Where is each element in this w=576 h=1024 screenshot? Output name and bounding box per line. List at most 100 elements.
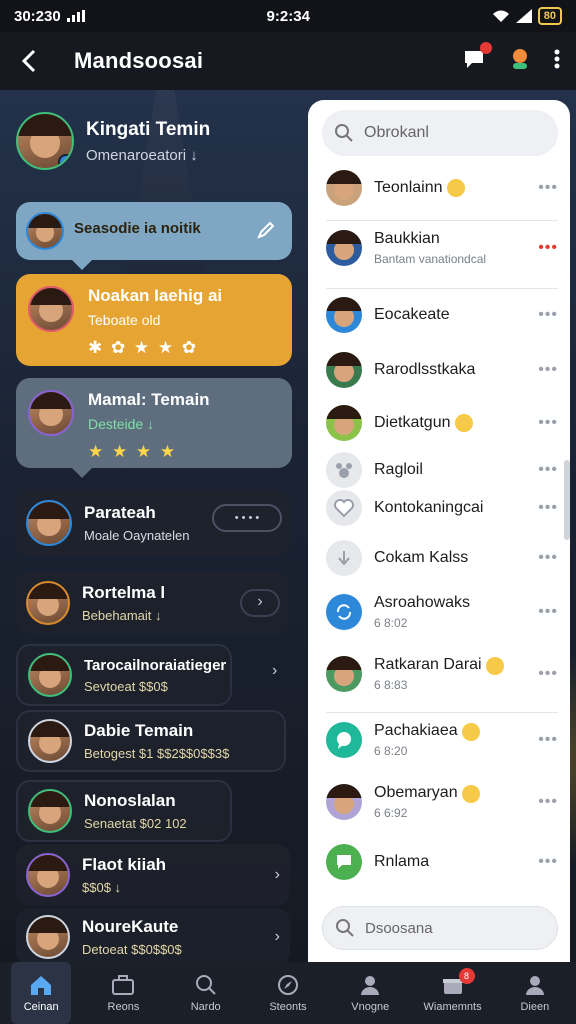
contact-item[interactable]: Pachakiaea 6 8:20 ••• xyxy=(326,722,558,758)
more-icon[interactable]: ••• xyxy=(538,179,558,197)
contact-item[interactable]: Asroahowaks 6 8:02 ••• xyxy=(326,594,558,630)
star-rating: ✱ ✿ ★ ★ ✿ xyxy=(88,338,199,357)
more-icon[interactable]: ••• xyxy=(538,239,558,257)
profile-name: Kingati Temin xyxy=(86,118,211,140)
contact-name: Eocakeate xyxy=(374,306,450,323)
more-icon[interactable]: ••• xyxy=(538,414,558,432)
more-icon[interactable]: ••• xyxy=(538,549,558,567)
list-item[interactable]: Dabie Temain Betogest $1 $$2$$0$$3$ xyxy=(16,710,286,772)
smile-emoji-icon xyxy=(461,723,480,741)
contact-item[interactable]: Rarodlsstkaka ••• xyxy=(326,352,558,388)
nav-item-vnogne[interactable]: Vnogne xyxy=(334,974,406,1013)
nav-item-steonts[interactable]: Steonts xyxy=(252,974,324,1013)
nav-label: Nardo xyxy=(190,1000,221,1013)
avatar xyxy=(326,170,362,206)
contact-item[interactable]: Obemaryan 6 6:92 ••• xyxy=(326,784,558,820)
profile-emoji-button[interactable] xyxy=(508,47,532,76)
contact-name: Rnlama xyxy=(374,853,430,870)
contact-item[interactable]: Ratkaran Darai 6 8:83 ••• xyxy=(326,656,558,692)
back-button[interactable] xyxy=(16,48,42,74)
scrollbar[interactable] xyxy=(564,460,570,540)
nav-item-search[interactable]: Nardo xyxy=(170,974,242,1013)
more-icon[interactable]: ••• xyxy=(538,499,558,517)
more-options-button[interactable] xyxy=(554,49,560,74)
contact-text: Obemaryan 6 6:92 xyxy=(374,784,458,820)
more-icon[interactable]: ••• xyxy=(538,731,558,749)
search-icon xyxy=(195,974,216,995)
search-icon xyxy=(336,919,354,937)
wifi-icon xyxy=(492,10,509,22)
nav-item-home[interactable]: Ceinan xyxy=(5,961,77,1024)
contact-text: Rnlama xyxy=(374,853,429,871)
chevron-right-icon[interactable]: › xyxy=(275,928,280,946)
more-icon[interactable]: ••• xyxy=(538,461,558,479)
chat-status: Betogest $1 $$2$$0$$3$ xyxy=(84,746,230,761)
chat-name: Parateah xyxy=(84,503,156,522)
avatar xyxy=(28,719,72,763)
paw-icon xyxy=(336,463,352,478)
chevron-right-icon[interactable]: › xyxy=(275,866,280,884)
contact-sub: 6 8:20 xyxy=(374,744,408,758)
nav-item-reons[interactable]: Reons xyxy=(87,974,159,1013)
contact-item[interactable]: Cokam Kalss ••• xyxy=(326,540,558,576)
nav-item-profile[interactable]: Dieen xyxy=(499,974,571,1013)
contact-item[interactable]: Baukkian Bantam vanationdcal ••• xyxy=(326,230,558,266)
list-item[interactable]: Parateah Moale Oaynatelen • • • • xyxy=(16,490,290,556)
contact-item[interactable]: Teonlainn ••• xyxy=(326,170,558,206)
arrow-down-icon xyxy=(338,551,350,566)
chevron-right-icon[interactable]: › xyxy=(272,662,300,680)
search-input[interactable] xyxy=(364,124,534,142)
contact-name: Ragloil xyxy=(374,461,423,478)
nav-badge: 8 xyxy=(458,967,475,984)
contact-item[interactable]: Dietkatgun ••• xyxy=(326,405,558,441)
more-icon[interactable]: ••• xyxy=(538,793,558,811)
chat-icon xyxy=(337,732,351,749)
chat-notification-button[interactable] xyxy=(462,41,492,75)
list-item[interactable]: Flaot kiiah $$0$ ↓ › xyxy=(16,844,290,906)
more-icon[interactable]: ••• xyxy=(538,603,558,621)
chat-action-button[interactable]: • • • • xyxy=(212,504,282,532)
chat-status: Bebehamait ↓ xyxy=(82,608,162,623)
contact-item[interactable]: Eocakeate ••• xyxy=(326,297,558,333)
contact-text: Dietkatgun xyxy=(374,414,451,432)
contact-text: Eocakeate xyxy=(374,306,450,324)
contact-text: Ratkaran Darai 6 8:83 xyxy=(374,656,482,692)
more-icon[interactable]: ••• xyxy=(538,853,558,871)
contact-item[interactable]: Ragloil ••• xyxy=(326,452,558,488)
bubble-blue[interactable]: Seasodie ia noitik xyxy=(16,202,292,270)
contact-name: Asroahowaks xyxy=(374,594,471,611)
list-item[interactable]: Nonoslalan Senaetat $02 102 xyxy=(16,780,232,842)
chevron-right-icon[interactable]: › xyxy=(240,589,280,617)
bottom-search-bar[interactable] xyxy=(322,906,558,950)
status-left: 30:230 xyxy=(14,8,85,25)
nav-item-wiamemnts[interactable]: 8 Wiamemnts xyxy=(417,967,489,1013)
contact-text: Teonlainn xyxy=(374,179,443,197)
online-badge xyxy=(58,154,72,168)
contact-item[interactable]: Kontokaningcai ••• xyxy=(326,490,558,526)
more-icon[interactable]: ••• xyxy=(538,306,558,324)
bubble-gray[interactable]: Mamal: Temain Desteide ↓ ★ ★ ★ ★ xyxy=(16,378,292,478)
list-item[interactable]: NoureKaute Detoeat $$0$$0$ › xyxy=(16,908,290,966)
list-item[interactable]: Tarocailnoraiatieger Sevtoeat $$0$ xyxy=(16,644,232,706)
header-profile[interactable]: Kingati Temin Omenaroeatori ↓ xyxy=(16,112,210,170)
chat-text: Dabie Temain Betogest $1 $$2$$0$$3$ xyxy=(84,721,229,761)
avatar xyxy=(28,789,72,833)
nav-label: Wiamemnts xyxy=(423,1000,482,1013)
avatar xyxy=(26,212,64,250)
chat-status: Detoeat $$0$$0$ xyxy=(82,942,182,957)
contact-item[interactable]: Rnlama ••• xyxy=(326,844,558,880)
bubble-tail xyxy=(72,260,92,270)
chat-text: Nonoslalan Senaetat $02 102 xyxy=(84,791,187,831)
edit-icon[interactable] xyxy=(256,220,276,240)
nav-label: Reons xyxy=(107,1000,140,1013)
bubble-gold[interactable]: Noakan Iaehig ai Teboate old ✱ ✿ ★ ★ ✿ xyxy=(16,274,292,366)
status-time: 30:230 xyxy=(14,7,61,25)
search-bar[interactable] xyxy=(322,110,558,156)
more-icon[interactable]: ••• xyxy=(538,665,558,683)
bottom-search-input[interactable] xyxy=(365,919,535,937)
avatar xyxy=(326,656,362,692)
list-item[interactable]: Rortelma l Bebehamait ↓ › xyxy=(16,572,290,634)
contact-text: Ragloil xyxy=(374,461,423,479)
avatar xyxy=(26,500,72,546)
more-icon[interactable]: ••• xyxy=(538,361,558,379)
